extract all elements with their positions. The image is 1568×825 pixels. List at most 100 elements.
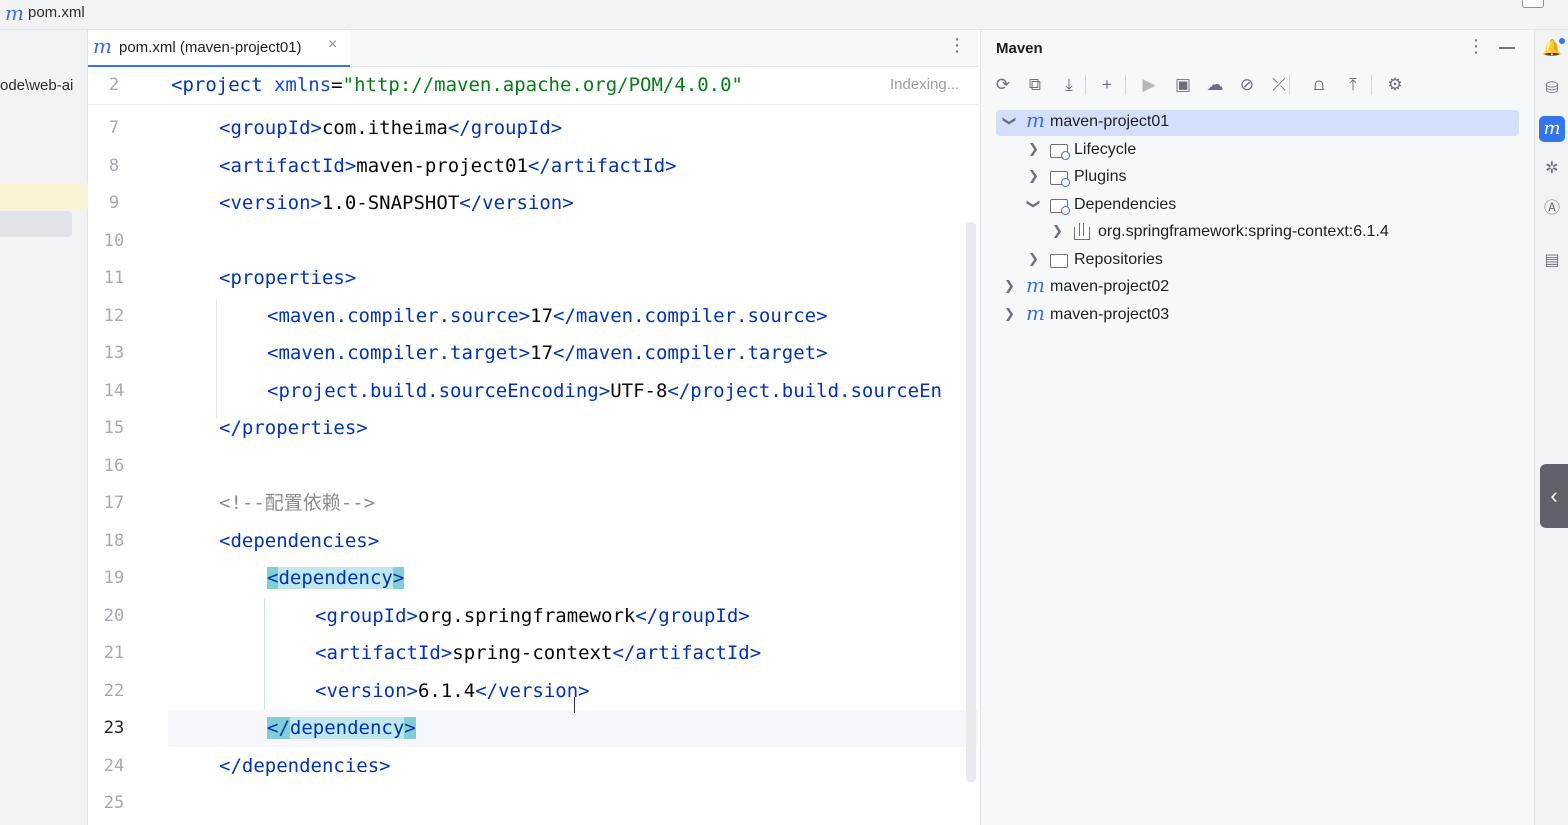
chevron-right-icon[interactable]: ❯ (1028, 141, 1039, 157)
window-title: pom.xml (28, 4, 85, 21)
skip-tests-icon[interactable]: ⊘ (1235, 73, 1259, 97)
tree-item-maven-project02[interactable]: ❯ m maven-project02 (996, 273, 1519, 301)
run-icon[interactable]: ▶ (1137, 73, 1161, 97)
code-line[interactable]: <artifactId>spring-context</artifactId> (315, 635, 761, 673)
translate-icon[interactable]: ▤ (1541, 250, 1563, 272)
code-line[interactable]: <artifactId>maven-project01</artifactId> (219, 148, 677, 186)
show-dependencies-icon[interactable]: ⩍ (1307, 73, 1331, 97)
xml-bracket: > (356, 417, 368, 439)
settings-icon[interactable]: ⚙ (1383, 73, 1407, 97)
chevron-right-icon[interactable]: ❯ (1004, 306, 1015, 322)
tree-item-org-springframework-spring-context-6-1-4[interactable]: ❯ org.springframework:spring-context:6.1.… (996, 220, 1519, 246)
xml-bracket: > (518, 304, 531, 327)
code-line[interactable]: <project.build.sourceEncoding>UTF-8</pro… (267, 373, 942, 411)
xml-bracket: </ (527, 154, 551, 177)
add-icon[interactable]: + (1095, 73, 1119, 97)
code-line[interactable]: </dependency> (267, 710, 416, 748)
toolbar-separator (1125, 75, 1126, 95)
tree-item-maven-project03[interactable]: ❯ m maven-project03 (996, 301, 1519, 329)
tree-item-lifecycle[interactable]: ❯ Lifecycle (996, 138, 1519, 164)
xml-bracket: > (344, 267, 357, 289)
matched-tag-highlight: <dependency> (267, 567, 405, 589)
line-number: 21 (103, 643, 125, 663)
code-line[interactable]: <groupId>org.springframework</groupId> (315, 598, 750, 636)
xml-tag-name: groupId (658, 604, 739, 627)
xml-bracket: > (440, 642, 453, 664)
matched-tag-highlight: </dependency> (267, 717, 416, 739)
code-line[interactable]: <maven.compiler.target>17</maven.compile… (267, 335, 828, 373)
more-options-icon[interactable]: ⋮ (1467, 36, 1485, 57)
code-line[interactable]: <!--配置依赖--> (219, 485, 375, 523)
xml-text: 1.0-SNAPSHOT (321, 192, 460, 214)
chevron-down-icon[interactable]: ❯ (1001, 116, 1017, 127)
tree-item-repositories[interactable]: ❯ Repositories (996, 248, 1519, 274)
minimize-icon[interactable] (1499, 47, 1515, 49)
generate-sources-icon[interactable]: ⧉ (1023, 73, 1047, 97)
xml-tag-name: project.build.sourceEn (690, 379, 942, 402)
chevron-right-icon[interactable]: ❯ (1004, 278, 1015, 294)
code-line[interactable]: </properties> (219, 410, 368, 448)
tree-item-maven-project01[interactable]: ❯ m maven-project01 (996, 108, 1519, 136)
code-line[interactable]: <version>1.0-SNAPSHOT</version> (219, 185, 574, 223)
xml-tag-name: maven.compiler.target (278, 342, 519, 364)
line-number: 13 (103, 343, 125, 363)
project-row-selected[interactable] (0, 211, 72, 237)
xml-tag-name: groupId (326, 604, 407, 627)
more-options-icon[interactable]: ⋮ (948, 35, 966, 56)
plugin-icon[interactable]: ✲ (1541, 158, 1563, 180)
code-line[interactable]: <properties> (219, 260, 356, 298)
code-line[interactable]: </dependencies> (219, 748, 391, 786)
code-editor[interactable]: 7 8 9 10 11 12 13 14 15 16 17 18 19 20 21 22 23 24 25 <gro… (88, 67, 978, 825)
tree-item-dependencies[interactable]: ❯ Dependencies (996, 193, 1519, 219)
tree-item-label: Repositories (1074, 250, 1163, 268)
line-number: 24 (103, 755, 125, 776)
xml-bracket: > (749, 642, 762, 664)
xml-attr-value: "http://maven.apache.org/POM/4.0.0" (342, 74, 743, 96)
chevron-right-icon[interactable]: ❯ (1028, 251, 1039, 267)
right-tool-strip: 🔔 ⛁ m ✲ Ⓐ ▤ (1534, 30, 1568, 825)
xml-tag-name: artifactId (550, 154, 666, 177)
code-area[interactable]: <groupId>com.itheima</groupId> <artifactI… (168, 67, 978, 825)
close-icon[interactable]: × (328, 36, 337, 54)
xml-tag-name: version (326, 679, 407, 702)
expand-icon[interactable]: ⤒ (1341, 73, 1365, 97)
text-cursor (574, 697, 575, 713)
maven-icon[interactable]: m (1539, 116, 1565, 142)
offline-icon[interactable]: ☁ (1203, 73, 1227, 97)
code-line[interactable]: <dependencies> (219, 523, 379, 561)
database-icon[interactable]: ⛁ (1541, 78, 1563, 100)
xml-bracket: </ (459, 192, 483, 214)
tree-item-plugins[interactable]: ❯ Plugins (996, 165, 1519, 191)
xml-bracket: </ (267, 717, 290, 739)
tab-pom-xml[interactable]: m pom.xml (maven-project01) × (88, 30, 350, 67)
collapse-icon[interactable]: ⤫ (1267, 73, 1291, 97)
xml-text: maven-project01 (356, 154, 528, 177)
sticky-header-line: 2 <project xmlns="http://maven.apache.or… (88, 67, 978, 105)
xml-tag-name: artifactId (635, 642, 750, 664)
xml-bracket: > (406, 604, 418, 627)
collapse-sidebar-handle[interactable]: ‹ (1540, 464, 1568, 528)
reload-icon[interactable]: ⟳ (991, 73, 1015, 97)
xml-bracket: </ (612, 642, 636, 664)
tree-item-label: maven-project01 (1050, 113, 1170, 130)
xml-bracket: > (738, 604, 750, 627)
title-bar: m pom.xml (0, 0, 1568, 30)
editor-scrollbar[interactable] (966, 222, 976, 782)
xml-bracket: < (219, 529, 231, 552)
chat-icon[interactable] (1522, 0, 1544, 8)
code-line[interactable]: <version>6.1.4</version> (315, 673, 590, 711)
chevron-down-icon[interactable]: ❯ (1025, 198, 1041, 209)
ai-assistant-icon[interactable]: Ⓐ (1541, 198, 1563, 220)
notifications-icon[interactable]: 🔔 (1541, 38, 1565, 60)
chevron-right-icon[interactable]: ❯ (1052, 223, 1063, 239)
execute-goal-icon[interactable]: ▣ (1171, 73, 1195, 97)
project-row-highlight[interactable] (0, 183, 88, 209)
code-line[interactable]: <dependency> (267, 560, 405, 598)
download-icon[interactable]: ⤓ (1057, 73, 1081, 97)
tree-item-label: org.springframework:spring-context:6.1.4 (1098, 223, 1389, 240)
code-line[interactable]: <maven.compiler.source>17</maven.compile… (267, 298, 828, 336)
chevron-right-icon[interactable]: ❯ (1028, 168, 1039, 184)
code-line[interactable]: <groupId>com.itheima</groupId> (219, 110, 562, 148)
project-path[interactable]: ode\web-ai (0, 77, 73, 94)
xml-tag-name: properties (230, 267, 345, 289)
